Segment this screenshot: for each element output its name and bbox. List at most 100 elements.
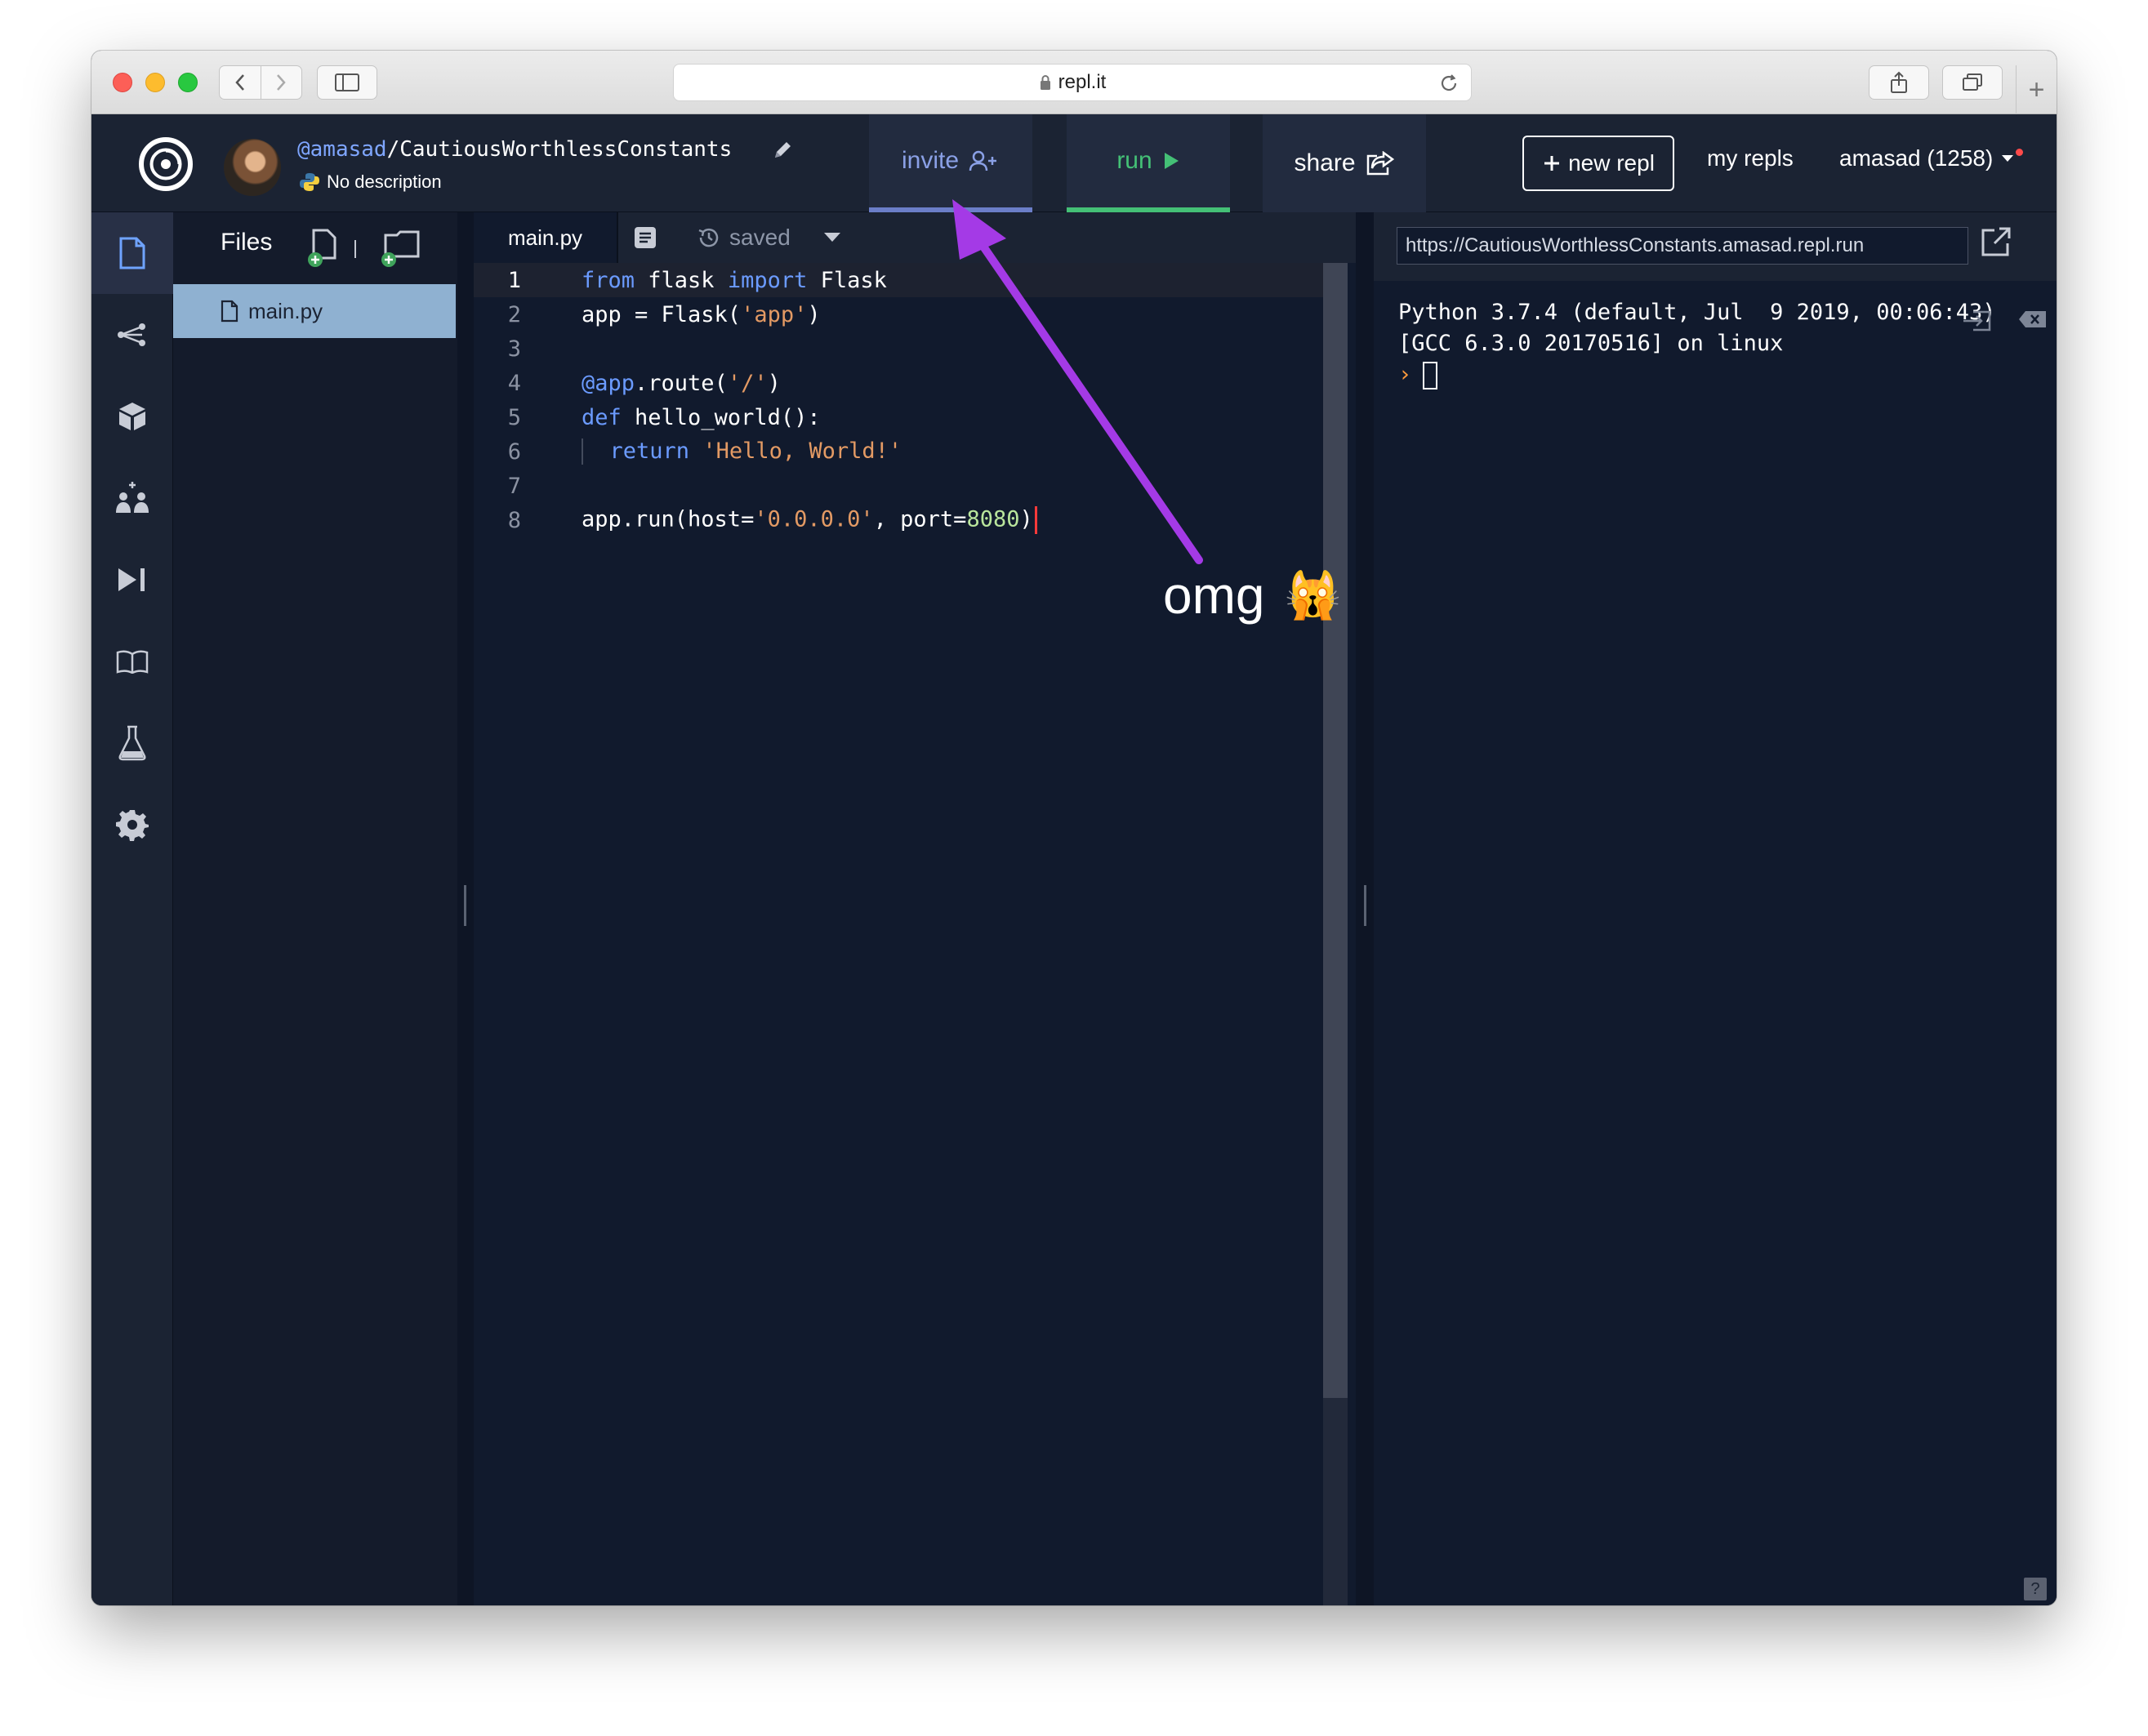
file-item-label: main.py (248, 298, 323, 323)
code-text: def hello_world(): (582, 404, 821, 430)
code-line: 1 from flask import Flask (474, 263, 1323, 297)
plus-icon (1544, 156, 1560, 171)
code-line: 4 @app.route('/') (474, 366, 1323, 400)
chevron-right-icon (277, 74, 286, 91)
chevron-down-icon[interactable] (823, 232, 841, 243)
rail-debugger[interactable] (91, 539, 173, 621)
packages-icon (119, 403, 145, 430)
description-text: No description (327, 171, 442, 192)
code-area[interactable]: 1 from flask import Flask 2 app = Flask('a… (474, 263, 1323, 537)
console-line: Python 3.7.4 (default, Jul 9 2019, 00:06… (1398, 300, 1996, 325)
editor-console-splitter[interactable] (1364, 885, 1366, 926)
webview-url-field[interactable]: https://CautiousWorthlessConstants.amasa… (1397, 227, 1968, 265)
share-page-button[interactable] (1869, 65, 1929, 100)
reload-icon[interactable] (1438, 73, 1459, 94)
rail-packages[interactable] (91, 376, 173, 457)
code-editor: main.py saved 1 from flask import Flask 2… (474, 212, 1356, 1605)
show-tabs-button[interactable] (1942, 65, 2003, 100)
console-line: [GCC 6.3.0 20170516] on linux (1398, 331, 1784, 356)
terminal-cursor (1423, 361, 1438, 389)
forward-button[interactable] (260, 66, 302, 99)
rail-unit-tests[interactable] (91, 702, 173, 784)
code-text: @app.route('/') (582, 370, 781, 396)
code-text: from flask import Flask (582, 267, 887, 293)
account-menu[interactable]: amasad (1258) (1839, 145, 2014, 171)
add-file-icon[interactable] (305, 227, 341, 269)
help-button[interactable]: ? (2024, 1578, 2047, 1600)
add-user-icon (969, 150, 997, 171)
new-repl-button[interactable]: new repl (1522, 136, 1674, 191)
text-cursor (1034, 506, 1037, 534)
repl-owner[interactable]: @amasad (297, 137, 387, 162)
share-label: share (1294, 149, 1356, 176)
share-out-icon (1366, 151, 1394, 176)
code-line: 7 (474, 469, 1323, 503)
back-button[interactable] (220, 66, 261, 99)
invite-button[interactable]: invite (869, 114, 1032, 212)
line-number: 1 (507, 267, 521, 293)
repl-title[interactable]: @amasad/CautiousWorthlessConstants (297, 137, 732, 162)
address-bar[interactable]: repl.it (673, 64, 1472, 101)
rail-settings[interactable] (91, 784, 173, 866)
user-avatar[interactable] (224, 139, 281, 196)
code-text: app = Flask('app') (582, 301, 821, 327)
console-output[interactable]: Python 3.7.4 (default, Jul 9 2019, 00:06… (1398, 297, 1996, 390)
run-label: run (1116, 147, 1152, 174)
tab-divider (617, 212, 619, 263)
multiplayer-icon (116, 482, 149, 513)
version-control-icon (118, 323, 145, 346)
lock-icon (1040, 75, 1050, 90)
console-switch-icon[interactable] (1960, 309, 1993, 333)
chevron-left-icon (235, 74, 244, 91)
sidebar-toggle-button[interactable] (317, 65, 377, 100)
annotation-text: omg (1163, 566, 1265, 625)
sidebar-icon (335, 73, 359, 91)
add-folder-icon[interactable] (379, 227, 421, 269)
code-line: 8 app.run(host='0.0.0.0', port=8080) (474, 503, 1323, 537)
rail-version-control[interactable] (91, 294, 173, 376)
files-toolbar-divider (354, 240, 356, 258)
caret-down-icon (2002, 155, 2014, 162)
sidebar-rail (91, 212, 173, 1605)
console-pane: https://CautiousWorthlessConstants.amasa… (1374, 212, 2057, 1605)
edit-pencil-icon[interactable] (771, 139, 794, 162)
new-tab-button[interactable]: + (2016, 65, 2057, 114)
invite-label: invite (901, 147, 960, 174)
editor-tab[interactable]: main.py (474, 212, 617, 263)
clear-console-icon[interactable] (2017, 309, 2048, 330)
minimize-window-button[interactable] (145, 73, 165, 92)
share-button[interactable]: share (1263, 114, 1426, 212)
code-line: 6 return 'Hello, World!' (474, 434, 1323, 469)
line-number: 7 (507, 473, 521, 499)
zoom-window-button[interactable] (178, 73, 198, 92)
notification-dot (2016, 149, 2023, 156)
close-window-button[interactable] (113, 73, 132, 92)
replit-logo-icon[interactable] (137, 136, 194, 193)
editor-scrollbar-thumb[interactable] (1323, 263, 1348, 1398)
webview-header: https://CautiousWorthlessConstants.amasa… (1374, 212, 2057, 281)
editor-tabbar: main.py saved (474, 212, 1356, 263)
code-line: 5 def hello_world(): (474, 400, 1323, 434)
my-repls-link[interactable]: my repls (1707, 145, 1794, 171)
annotation-caption: omg 🙀 (1163, 565, 1341, 625)
files-editor-splitter[interactable] (464, 885, 466, 926)
line-number: 6 (507, 438, 521, 465)
line-number: 2 (507, 301, 521, 327)
run-button[interactable]: run (1067, 114, 1230, 212)
python-logo-icon (300, 173, 319, 191)
format-code-icon[interactable] (633, 225, 657, 250)
line-number: 3 (507, 336, 521, 362)
rail-docs[interactable] (91, 621, 173, 702)
repl-name[interactable]: CautiousWorthlessConstants (399, 137, 732, 162)
console-actions (1963, 309, 2048, 332)
unit-tests-icon (118, 725, 146, 761)
repl-description[interactable]: No description (299, 171, 442, 193)
open-in-new-tab-icon[interactable] (1980, 225, 2012, 258)
slug-separator: / (386, 137, 400, 162)
files-pane: Files main.py (173, 212, 457, 1605)
file-item[interactable]: main.py (173, 284, 456, 338)
debugger-icon (118, 568, 145, 591)
rail-files[interactable] (91, 212, 173, 294)
rail-multiplayer[interactable] (91, 457, 173, 539)
play-icon (1164, 153, 1179, 169)
